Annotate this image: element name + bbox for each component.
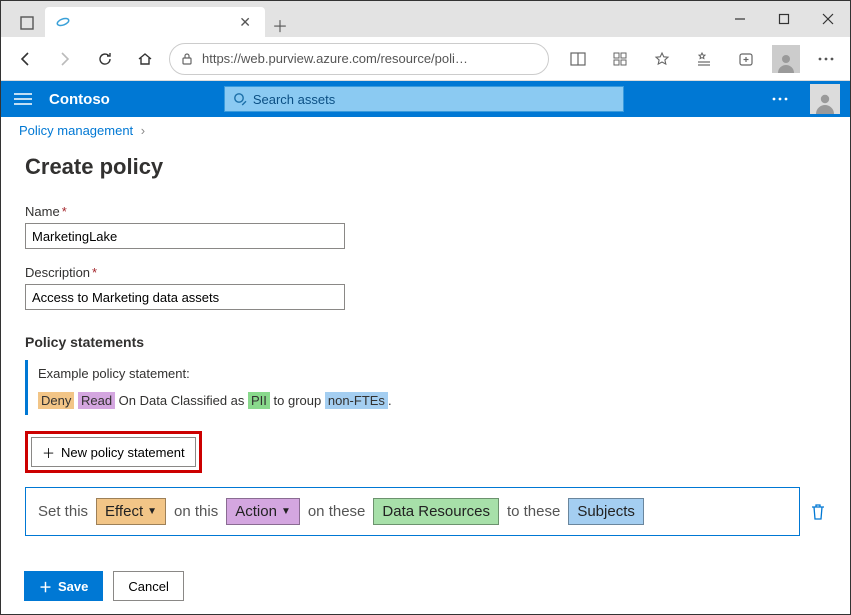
hamburger-icon[interactable] (11, 92, 35, 106)
example-policy-statement: Example policy statement: Deny Read On D… (25, 360, 826, 415)
description-label: Description (25, 265, 90, 280)
save-label: Save (58, 579, 88, 594)
brand-name: Contoso (49, 91, 110, 108)
address-bar[interactable]: https://web.purview.azure.com/resource/p… (169, 43, 549, 75)
subjects-token[interactable]: Subjects (568, 498, 644, 525)
builder-text: on these (308, 503, 366, 520)
forward-button[interactable] (49, 43, 81, 75)
caret-down-icon: ▼ (281, 506, 291, 517)
apps-icon[interactable] (604, 43, 636, 75)
reader-icon[interactable] (562, 43, 594, 75)
plus-icon: ＋ (39, 577, 52, 596)
window-controls (718, 1, 850, 37)
window-close-button[interactable] (806, 1, 850, 37)
new-policy-statement-label: New policy statement (61, 445, 185, 460)
required-asterisk: * (62, 204, 67, 219)
policy-statement-row: Set this Effect▼ on this Action▼ on thes… (25, 487, 826, 536)
builder-text: on this (174, 503, 218, 520)
cancel-label: Cancel (128, 579, 168, 594)
new-tab-button[interactable]: ＋ (265, 13, 295, 37)
example-chip-read: Read (78, 392, 115, 409)
favorites-list-icon[interactable] (688, 43, 720, 75)
home-button[interactable] (129, 43, 161, 75)
tab-close-icon[interactable]: ✕ (235, 14, 255, 31)
refresh-button[interactable] (89, 43, 121, 75)
data-resources-token[interactable]: Data Resources (373, 498, 499, 525)
more-icon[interactable] (810, 43, 842, 75)
tab-favicon (55, 14, 71, 30)
policy-statements-heading: Policy statements (25, 334, 826, 350)
search-placeholder: Search assets (253, 92, 335, 107)
app-header: Contoso Search assets (1, 81, 850, 117)
header-more-icon[interactable] (764, 83, 796, 115)
plus-icon: ＋ (42, 443, 55, 462)
action-token[interactable]: Action▼ (226, 498, 300, 525)
tab-actions-icon[interactable] (13, 9, 41, 37)
window-minimize-button[interactable] (718, 1, 762, 37)
address-text: https://web.purview.azure.com/resource/p… (202, 51, 538, 66)
collections-icon[interactable] (730, 43, 762, 75)
main-content: Create policy Name* Description* Policy … (1, 144, 850, 540)
caret-down-icon: ▼ (147, 506, 157, 517)
builder-text: Set this (38, 503, 88, 520)
required-asterisk: * (92, 265, 97, 280)
builder-text: to these (507, 503, 560, 520)
new-policy-statement-button[interactable]: ＋ New policy statement (31, 437, 196, 467)
example-title: Example policy statement: (38, 362, 826, 387)
example-chip-deny: Deny (38, 392, 74, 409)
delete-statement-icon[interactable] (810, 503, 826, 521)
search-input[interactable]: Search assets (224, 86, 624, 112)
browser-tab[interactable]: ✕ (45, 7, 265, 37)
name-field: Name* (25, 204, 826, 249)
effect-token[interactable]: Effect▼ (96, 498, 166, 525)
favorite-icon[interactable] (646, 43, 678, 75)
profile-avatar[interactable] (772, 45, 800, 73)
lock-icon (180, 52, 194, 66)
window-titlebar: ✕ ＋ (1, 1, 850, 37)
example-chip-nonfte: non-FTEs (325, 392, 388, 409)
breadcrumb: Policy management › (1, 117, 850, 144)
chevron-right-icon: › (141, 123, 145, 138)
browser-toolbar: https://web.purview.azure.com/resource/p… (1, 37, 850, 81)
breadcrumb-link[interactable]: Policy management (19, 123, 133, 138)
footer-actions: ＋ Save Cancel (24, 571, 184, 601)
app-profile-avatar[interactable] (810, 84, 840, 114)
new-policy-statement-highlight: ＋ New policy statement (25, 431, 202, 473)
description-input[interactable] (25, 284, 345, 310)
name-label: Name (25, 204, 60, 219)
name-input[interactable] (25, 223, 345, 249)
example-chip-pii: PII (248, 392, 270, 409)
save-button[interactable]: ＋ Save (24, 571, 103, 601)
description-field: Description* (25, 265, 826, 310)
cancel-button[interactable]: Cancel (113, 571, 183, 601)
policy-statement-builder: Set this Effect▼ on this Action▼ on thes… (25, 487, 800, 536)
search-icon (233, 92, 247, 106)
tab-strip: ✕ ＋ (1, 1, 295, 37)
window-maximize-button[interactable] (762, 1, 806, 37)
page-title: Create policy (25, 154, 826, 180)
back-button[interactable] (9, 43, 41, 75)
